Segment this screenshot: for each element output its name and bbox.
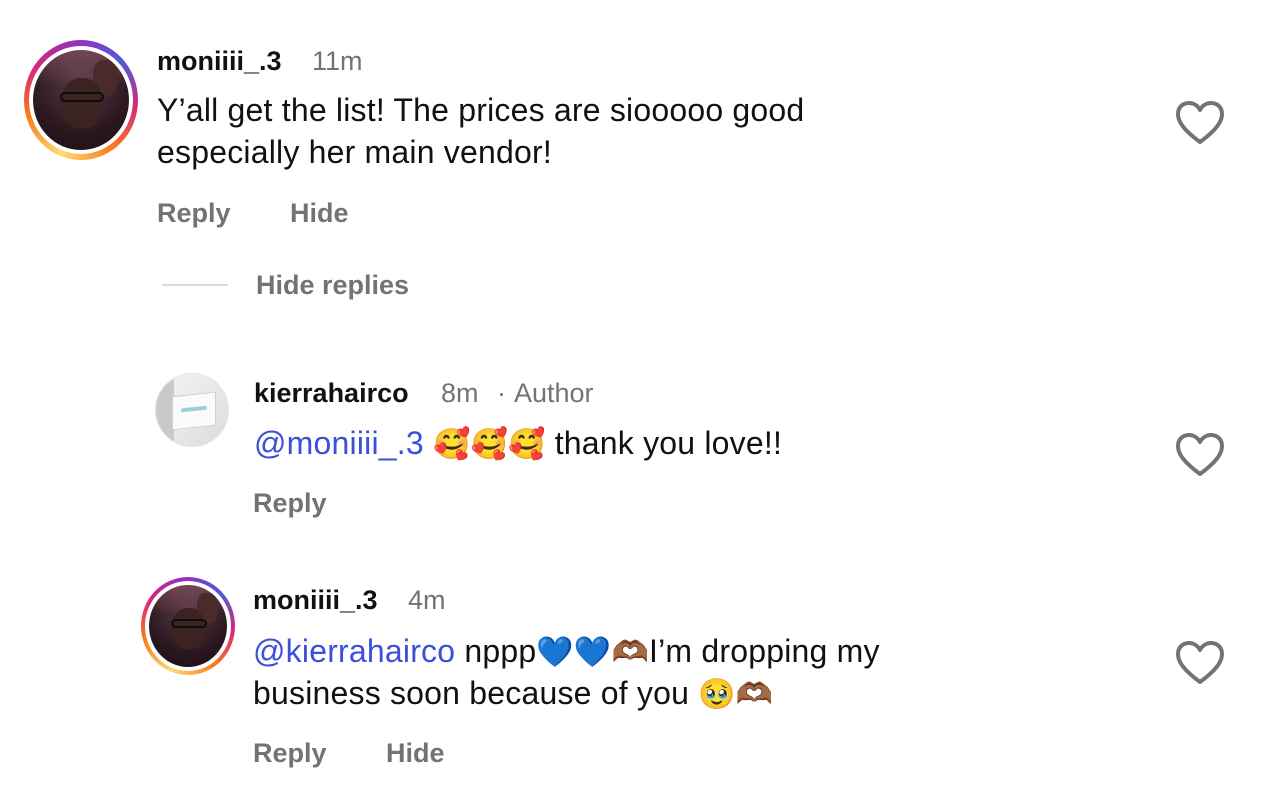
reply-text-line-2: business soon because of you 🥹🫶🏾: [253, 672, 773, 716]
avatar-photo: [33, 50, 129, 150]
hide-replies-button[interactable]: Hide replies: [256, 270, 409, 301]
comment-timestamp: 11m: [312, 46, 363, 76]
reply-username[interactable]: kierrahairco: [254, 378, 409, 409]
reply-body-part: I’m dropping my: [649, 633, 880, 669]
like-heart-icon[interactable]: [1175, 100, 1225, 146]
like-heart-icon[interactable]: [1175, 640, 1225, 686]
user-avatar[interactable]: [24, 40, 138, 160]
reply-text-line-1: @kierrahairco nppp💙💙🫶🏾I’m dropping my: [253, 630, 880, 674]
reply-body: thank you love!!: [554, 425, 783, 461]
meta-separator: ·: [497, 378, 506, 408]
user-avatar[interactable]: [141, 577, 235, 675]
mention-link[interactable]: @kierrahairco: [253, 633, 455, 669]
reply-username[interactable]: moniiii_.3: [253, 585, 378, 616]
comments-thread: moniiii_.3 11m Y’all get the list! The p…: [0, 0, 1284, 791]
reply-button[interactable]: Reply: [253, 738, 327, 769]
comment-username[interactable]: moniiii_.3: [157, 46, 282, 77]
author-avatar[interactable]: [155, 373, 229, 447]
like-heart-icon[interactable]: [1175, 432, 1225, 478]
mention-link[interactable]: @moniiii_.3: [254, 425, 424, 461]
reply-timestamp: 8m: [441, 378, 479, 408]
emoji-group: 🥰🥰🥰: [432, 427, 546, 462]
reply-button[interactable]: Reply: [253, 488, 327, 519]
avatar-photo: [149, 585, 227, 667]
comment-text-line-2: especially her main vendor!: [157, 134, 552, 170]
emoji-group: 🥹🫶🏾: [698, 677, 774, 712]
reply-button[interactable]: Reply: [157, 198, 231, 229]
replies-divider: [162, 284, 228, 286]
reply-body-part: nppp: [464, 633, 537, 669]
hide-button[interactable]: Hide: [290, 198, 349, 229]
emoji-group: 💙💙🫶🏾: [536, 635, 650, 670]
reply-timestamp: 4m: [408, 585, 446, 615]
comment-text-line-1: Y’all get the list! The prices are siooo…: [157, 92, 805, 128]
author-badge: Author: [514, 378, 594, 408]
hide-button[interactable]: Hide: [386, 738, 445, 769]
reply-text: @moniiii_.3 🥰🥰🥰 thank you love!!: [254, 422, 782, 466]
reply-body-part: business soon because of you: [253, 675, 690, 711]
